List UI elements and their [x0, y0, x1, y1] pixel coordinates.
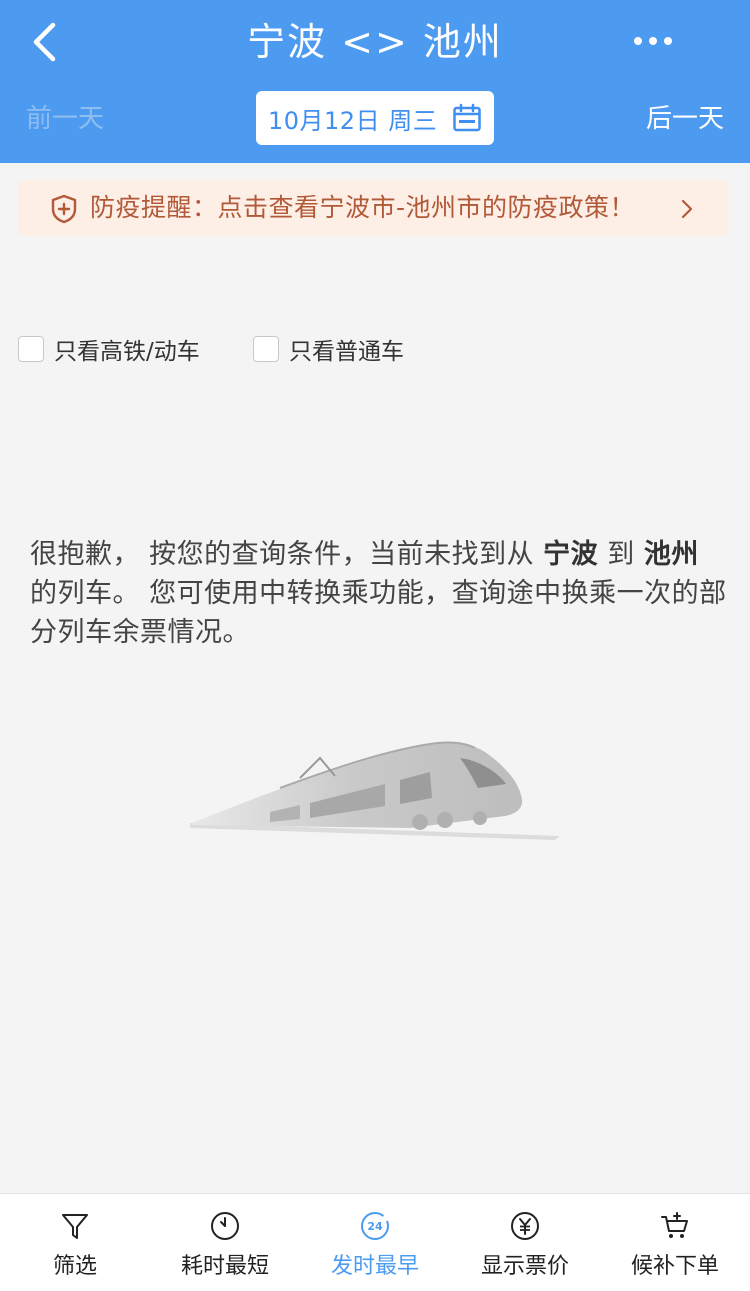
- back-button[interactable]: [22, 18, 66, 66]
- clock-badge: 24: [367, 1220, 383, 1233]
- selected-date: 10月12日 周三: [268, 106, 438, 135]
- msg-part: 的列车。 您可使用中转换乘功能，查询途中换乘一次的部分列车余票情况。: [30, 578, 727, 648]
- tab-label: 耗时最短: [180, 1254, 269, 1279]
- prev-day-button[interactable]: 前一天: [26, 100, 104, 138]
- chevron-right-icon: [681, 199, 693, 219]
- filter-icon: [62, 1214, 88, 1239]
- bottom-tab-bar: 筛选 耗时最短 24 发时最早 显示票价 候补下单: [0, 1193, 750, 1291]
- 24h-clock-icon: 24: [361, 1212, 389, 1240]
- next-day-button[interactable]: 后一天: [646, 100, 724, 138]
- filter-label: 只看普通车: [289, 339, 404, 365]
- filter-highspeed-only[interactable]: 只看高铁/动车: [18, 332, 200, 366]
- chevron-left-icon: [33, 22, 56, 62]
- more-dot: [664, 37, 672, 45]
- more-options-button[interactable]: [628, 24, 678, 58]
- regular-checkbox[interactable]: [253, 336, 279, 362]
- msg-part: 到: [598, 539, 644, 570]
- more-dot: [649, 37, 657, 45]
- tab-filter[interactable]: 筛选: [0, 1194, 150, 1291]
- calendar-icon: [453, 103, 481, 132]
- msg-part: 很抱歉， 按您的查询条件，当前未找到从: [30, 539, 544, 570]
- no-trains-message: 很抱歉， 按您的查询条件，当前未找到从 宁波 到 池州 的列车。 您可使用中转换…: [30, 535, 730, 652]
- filter-label: 只看高铁/动车: [54, 339, 200, 365]
- tab-waitlist-order[interactable]: 候补下单: [600, 1194, 750, 1291]
- tab-label: 候补下单: [630, 1254, 719, 1279]
- highspeed-checkbox[interactable]: [18, 336, 44, 362]
- shield-plus-icon: [51, 194, 77, 224]
- tab-label: 发时最早: [330, 1254, 419, 1279]
- tab-show-price[interactable]: 显示票价: [450, 1194, 600, 1291]
- notice-text: 防疫提醒：点击查看宁波市-池州市的防疫政策！: [90, 193, 636, 222]
- more-dots-icon: [634, 37, 642, 45]
- train-illustration: [190, 741, 560, 840]
- cart-plus-icon: [661, 1212, 688, 1238]
- tab-earliest-departure[interactable]: 24 发时最早: [300, 1194, 450, 1291]
- top-nav-bar: 宁波 <> 池州 前一天 10月12日 周三 后一天: [0, 0, 750, 163]
- date-picker-button[interactable]: 10月12日 周三: [256, 91, 494, 145]
- tab-label: 筛选: [52, 1254, 97, 1279]
- page-title: 宁波 <> 池州: [247, 20, 503, 64]
- epidemic-notice-banner[interactable]: 防疫提醒：点击查看宁波市-池州市的防疫政策！: [18, 180, 728, 236]
- filter-regular-only[interactable]: 只看普通车: [253, 332, 404, 366]
- yuan-icon: [511, 1212, 539, 1240]
- destination-station: 池州: [643, 539, 699, 570]
- origin-station: 宁波: [543, 539, 599, 570]
- tab-shortest-duration[interactable]: 耗时最短: [150, 1194, 300, 1291]
- tab-label: 显示票价: [480, 1254, 569, 1279]
- timer-icon: [211, 1212, 239, 1240]
